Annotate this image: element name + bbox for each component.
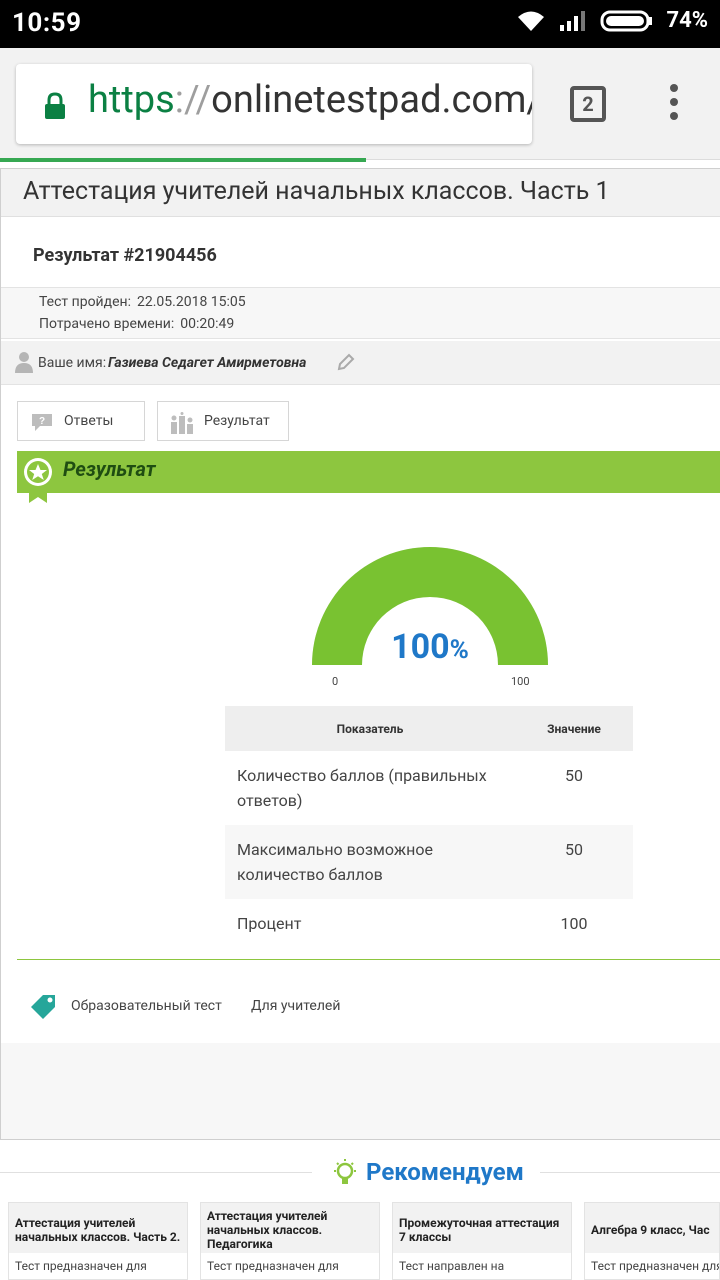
battery-percent: 74%	[666, 8, 708, 33]
recommend-header: Рекомендуем	[0, 1156, 720, 1190]
table-header-row: Показатель Значение	[225, 706, 633, 751]
name-label: Ваше имя:	[38, 355, 107, 371]
time-spent-row: Потрачено времени: 00:20:49	[39, 316, 234, 332]
table-row: Максимально возможное количество баллов 5…	[225, 825, 633, 899]
test-passed-row: Тест пройден: 22.05.2018 15:05	[39, 294, 246, 310]
recommend-card-desc: Тест предназначен для	[207, 1259, 339, 1273]
recommend-card[interactable]: Аттестация учителей начальных классов. Ч…	[8, 1202, 188, 1280]
pencil-icon[interactable]	[337, 353, 355, 371]
gauge-max-label: 100	[511, 675, 530, 688]
divider	[540, 1172, 720, 1173]
recommend-title: Рекомендуем	[366, 1158, 524, 1186]
divider	[0, 1172, 312, 1173]
user-name-row: Ваше имя: Газиева Седагет Амирметовна	[1, 341, 720, 385]
recommend-card[interactable]: Алгебра 9 класс, Час Тест предназначен д…	[584, 1202, 720, 1280]
tab-result-label: Результат	[204, 413, 270, 429]
tag-for-teachers[interactable]: Для учителей	[251, 998, 340, 1014]
tab-switcher-button[interactable]: 2	[570, 86, 606, 122]
lightbulb-icon	[334, 1159, 356, 1184]
result-section-title: Результат	[63, 457, 156, 481]
page-title: Аттестация учителей начальных классов. Ч…	[1, 169, 720, 217]
status-bar: 10:59 74%	[0, 0, 720, 48]
battery-icon	[600, 10, 653, 31]
row-label: Процент	[237, 914, 302, 933]
award-badge-icon	[24, 458, 52, 503]
row-value: 50	[515, 825, 633, 899]
gauge-percent: 100%	[391, 627, 469, 667]
row-label: Количество баллов (правильных ответов)	[237, 766, 487, 810]
recommend-card-desc: Тест направлен на	[399, 1259, 505, 1273]
svg-text:?: ?	[39, 416, 45, 427]
test-passed-label: Тест пройден:	[39, 294, 131, 310]
wifi-icon	[518, 11, 545, 31]
page-load-progress	[0, 158, 366, 162]
result-table: Показатель Значение Количество баллов (п…	[225, 706, 633, 949]
recommend-card-desc: Тест предназначен для	[591, 1259, 720, 1273]
recommend-card-desc: Тест предназначен для	[15, 1259, 147, 1273]
row-label: Максимально возможное количество баллов	[225, 825, 515, 899]
tab-answers[interactable]: ? Ответы	[17, 401, 145, 441]
question-bubble-icon: ?	[32, 414, 52, 431]
column-header-value: Значение	[515, 706, 633, 751]
card-footer	[1, 1043, 720, 1139]
recommend-card[interactable]: Промежуточная аттестация 7 классы Тест н…	[392, 1202, 572, 1280]
result-card: Аттестация учителей начальных классов. Ч…	[0, 168, 720, 1140]
table-row: Количество баллов (правильных ответов) 50	[225, 751, 633, 825]
recommend-card-title: Алгебра 9 класс, Час	[585, 1203, 719, 1253]
status-icons: 74%	[516, 8, 708, 33]
address-bar[interactable]: https://onlinetestpad.com/	[16, 64, 532, 144]
result-id: Результат #21904456	[33, 245, 217, 266]
row-value: 50	[565, 766, 583, 785]
person-icon	[15, 352, 33, 373]
time-spent-label: Потрачено времени:	[39, 316, 175, 332]
test-info: Тест пройден: 22.05.2018 15:05 Потрачено …	[1, 287, 720, 339]
time-spent-value: 00:20:49	[180, 316, 235, 332]
clock: 10:59	[12, 8, 82, 38]
tab-answers-label: Ответы	[64, 413, 114, 429]
recommend-card-title: Аттестация учителей начальных классов. Ч…	[9, 1203, 187, 1253]
table-row: Процент 100	[225, 899, 633, 949]
result-banner: Результат	[17, 451, 720, 503]
cellular-signal-icon	[560, 10, 586, 31]
recommend-card-title: Аттестация учителей начальных классов. П…	[201, 1203, 379, 1253]
row-value: 100	[560, 914, 588, 933]
user-name: Газиева Седагет Амирметовна	[108, 355, 307, 371]
tag-educational-test[interactable]: Образовательный тест	[71, 998, 222, 1014]
gauge-min-label: 0	[332, 675, 339, 688]
overflow-menu-icon[interactable]	[664, 84, 684, 124]
bar-chart-icon	[171, 412, 193, 434]
test-passed-value: 22.05.2018 15:05	[136, 294, 246, 310]
divider	[17, 959, 720, 960]
column-header-indicator: Показатель	[225, 706, 515, 751]
recommend-card[interactable]: Аттестация учителей начальных классов. П…	[200, 1202, 380, 1280]
browser-toolbar: https://onlinetestpad.com/ 2	[0, 48, 720, 160]
tab-result[interactable]: Результат	[157, 401, 289, 441]
tag-icon	[31, 995, 55, 1019]
url-text: https://onlinetestpad.com/	[88, 78, 532, 122]
recommend-card-title: Промежуточная аттестация 7 классы	[393, 1203, 571, 1253]
lock-icon	[45, 92, 65, 119]
